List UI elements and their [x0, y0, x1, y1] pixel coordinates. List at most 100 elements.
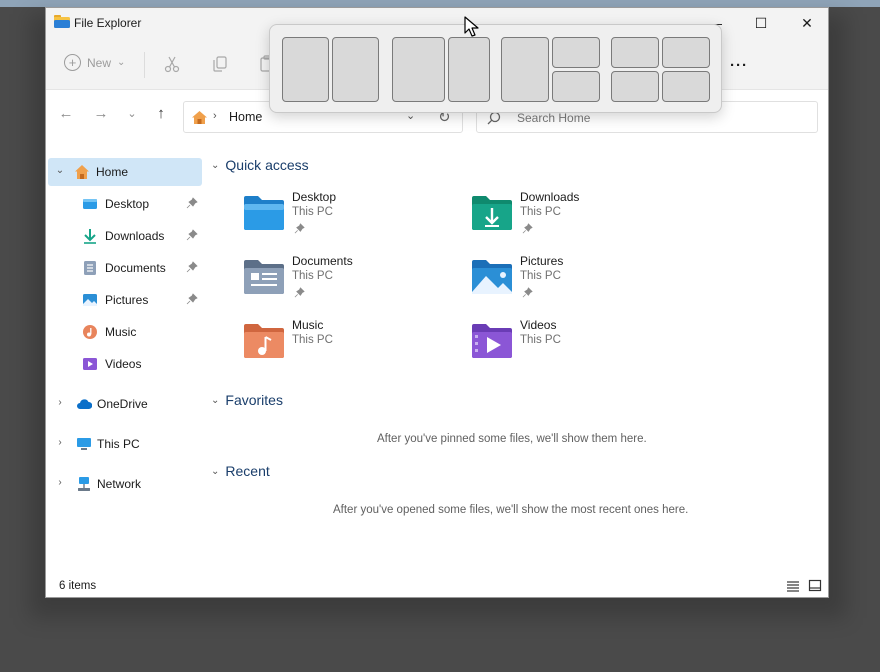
quick-access-item-documents[interactable]: Documents This PC: [242, 254, 462, 310]
snap-zone[interactable]: [662, 71, 710, 102]
sidebar-item-this-pc[interactable]: › This PC: [48, 430, 202, 458]
section-title: Favorites: [225, 392, 283, 408]
snap-zone[interactable]: [448, 37, 490, 102]
close-button[interactable]: ✕: [784, 8, 828, 38]
sidebar-item-label: This PC: [97, 437, 140, 451]
chevron-down-icon[interactable]: ⌄: [54, 165, 66, 176]
network-icon: [78, 477, 90, 491]
sidebar-item-label: OneDrive: [97, 397, 148, 411]
plus-icon: +: [64, 54, 81, 71]
chevron-down-icon: ⌄: [117, 57, 126, 68]
pin-icon: [186, 197, 198, 209]
snap-layout-two-column-wide-left: [392, 37, 490, 102]
sidebar-item-label: Downloads: [105, 229, 165, 243]
maximize-icon: ☐: [754, 14, 768, 31]
sidebar-item-network[interactable]: › Network: [48, 470, 202, 498]
desktop-folder-icon: [83, 199, 97, 209]
snap-zone[interactable]: [552, 37, 600, 68]
pin-icon: [294, 223, 305, 234]
search-placeholder: Search Home: [517, 111, 591, 125]
pin-icon: [522, 287, 533, 298]
sidebar-item-onedrive[interactable]: › OneDrive: [48, 390, 202, 418]
search-icon: [487, 111, 501, 125]
details-view-icon[interactable]: [786, 579, 800, 593]
item-location: This PC: [520, 206, 561, 218]
window-title: File Explorer: [74, 16, 142, 30]
quick-access-item-downloads[interactable]: Downloads This PC: [470, 190, 690, 246]
back-button[interactable]: ←: [54, 101, 78, 125]
quick-access-item-desktop[interactable]: Desktop This PC: [242, 190, 462, 246]
chevron-right-icon[interactable]: ›: [54, 397, 66, 408]
snap-layouts-flyout: [269, 24, 722, 113]
section-title: Recent: [225, 463, 270, 479]
recent-empty-message: After you've opened some files, we'll sh…: [333, 504, 689, 516]
sidebar-item-label: Videos: [105, 357, 142, 371]
quick-access-item-pictures[interactable]: Pictures This PC: [470, 254, 690, 310]
sidebar-item-documents[interactable]: Documents: [48, 254, 202, 282]
tiles-view-icon[interactable]: [808, 579, 822, 593]
pin-icon: [294, 287, 305, 298]
mouse-cursor-icon: [464, 16, 479, 37]
snap-zone[interactable]: [611, 71, 659, 102]
sidebar-item-label: Network: [97, 477, 142, 491]
sidebar-item-videos[interactable]: Videos: [48, 350, 202, 378]
chevron-right-icon[interactable]: ›: [54, 437, 66, 448]
sidebar-item-label: Home: [96, 165, 129, 179]
favorites-header[interactable]: ⌄ Favorites: [211, 392, 283, 408]
item-location: This PC: [292, 270, 333, 282]
breadcrumb-home[interactable]: Home: [229, 110, 262, 124]
snap-zone[interactable]: [611, 37, 659, 68]
quick-access-item-music[interactable]: Music This PC: [242, 318, 462, 374]
sidebar-item-label: Music: [105, 325, 137, 339]
back-arrow-icon: ←: [58, 104, 74, 122]
home-icon: [192, 111, 207, 124]
pictures-icon: [83, 294, 97, 306]
videos-folder-icon: [472, 324, 512, 358]
sidebar-item-music[interactable]: Music: [48, 318, 202, 346]
sidebar-item-home[interactable]: ⌄ Home: [48, 158, 202, 186]
item-name: Desktop: [292, 190, 337, 204]
favorites-empty-message: After you've pinned some files, we'll sh…: [377, 433, 647, 445]
pin-icon: [186, 293, 198, 305]
snap-zone[interactable]: [662, 37, 710, 68]
sidebar-item-pictures[interactable]: Pictures: [48, 286, 202, 314]
this-pc-icon: [77, 438, 91, 450]
snap-layout-two-column-equal: [282, 37, 380, 102]
snap-zone[interactable]: [332, 37, 379, 102]
breadcrumb-separator-icon[interactable]: ›: [213, 110, 217, 122]
forward-button[interactable]: →: [89, 101, 113, 125]
recent-header[interactable]: ⌄ Recent: [211, 463, 270, 479]
cut-icon[interactable]: [163, 55, 181, 73]
snap-zone[interactable]: [392, 37, 445, 102]
sidebar-item-downloads[interactable]: Downloads: [48, 222, 202, 250]
quick-access-item-videos[interactable]: Videos This PC: [470, 318, 690, 374]
chevron-right-icon[interactable]: ›: [54, 477, 66, 488]
maximize-button[interactable]: ☐: [738, 8, 784, 38]
home-icon: [75, 165, 89, 179]
chevron-down-icon: ⌄: [211, 159, 220, 171]
new-button[interactable]: + New ⌄: [64, 54, 125, 71]
chevron-down-icon: ⌄: [127, 107, 137, 120]
sidebar-item-label: Pictures: [105, 293, 149, 307]
copy-icon[interactable]: [211, 55, 229, 73]
forward-arrow-icon: →: [93, 104, 109, 122]
snap-zone[interactable]: [282, 37, 329, 102]
item-location: This PC: [520, 270, 561, 282]
item-location: This PC: [292, 206, 333, 218]
pin-icon: [186, 229, 198, 241]
up-button[interactable]: ↑: [149, 101, 173, 125]
sidebar-item-desktop[interactable]: Desktop: [48, 190, 202, 218]
navigation-pane: ⌄ Home Desktop Downloads Documents Pictu…: [46, 154, 204, 554]
quick-access-header[interactable]: ⌄ Quick access: [211, 157, 309, 173]
recent-locations-button[interactable]: ⌄: [120, 101, 144, 125]
more-options-button[interactable]: ···: [729, 55, 749, 75]
snap-zone[interactable]: [552, 71, 600, 102]
file-explorer-app-icon: [54, 15, 70, 28]
section-title: Quick access: [225, 157, 309, 173]
music-folder-icon: [244, 324, 284, 358]
pin-icon: [186, 261, 198, 273]
item-location: This PC: [292, 334, 333, 346]
new-label: New: [87, 55, 112, 70]
snap-zone[interactable]: [501, 37, 549, 102]
item-name: Pictures: [520, 254, 564, 268]
